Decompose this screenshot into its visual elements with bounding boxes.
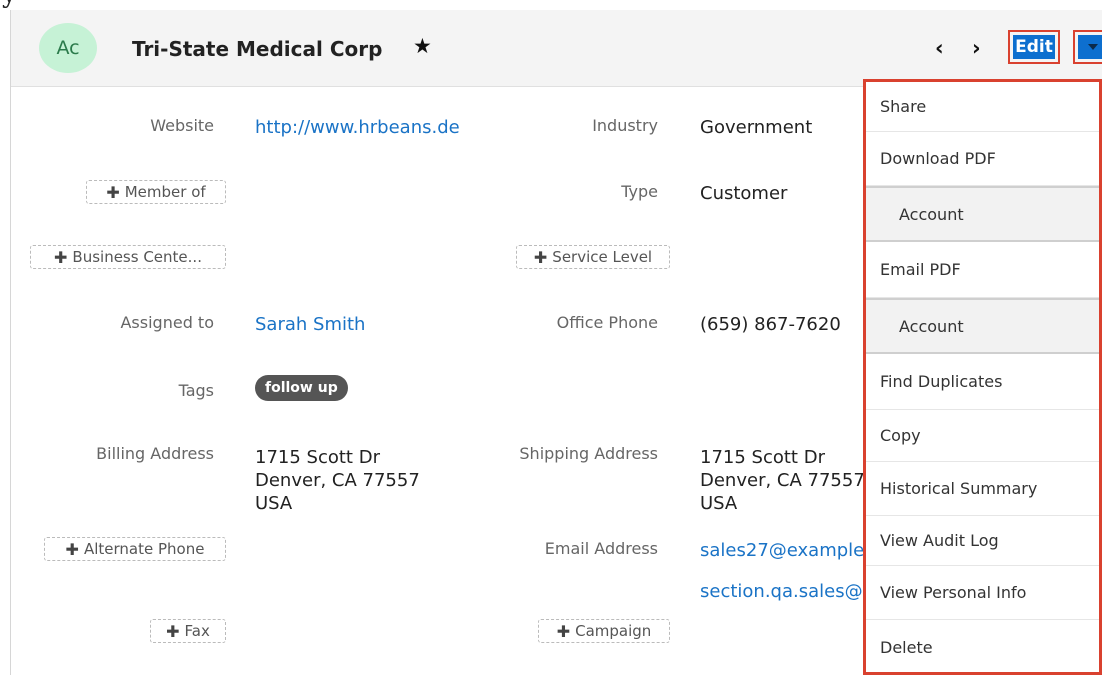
plus-icon: ✚ [166,621,180,641]
avatar: Ac [39,23,97,73]
star-icon[interactable]: ★ [413,34,432,58]
menu-item-copy[interactable]: Copy [866,410,1099,462]
office-phone-label: Office Phone [556,313,658,332]
shipping-address-value: 1715 Scott Dr Denver, CA 77557 USA [700,446,863,515]
plus-icon: ✚ [65,539,79,559]
menu-item-download-pdf[interactable]: Download PDF [866,132,1099,186]
plus-icon: ✚ [556,621,571,641]
shipping-address-label: Shipping Address [519,444,658,463]
add-fax-button[interactable]: ✚ Fax [150,619,226,643]
billing-line-2: Denver, CA 77557 [255,470,420,491]
business-center-label: Business Cente... [72,248,202,266]
edit-button-label[interactable]: Edit [1013,35,1055,59]
billing-line-3: USA [255,493,293,514]
shipping-line-1: 1715 Scott Dr [700,447,825,468]
type-label: Type [621,182,658,201]
fax-label: Fax [184,622,210,640]
actions-dropdown-button[interactable] [1073,30,1102,64]
menu-item-find-duplicates[interactable]: Find Duplicates [866,354,1099,410]
menu-item-view-audit-log[interactable]: View Audit Log [866,516,1099,566]
industry-label: Industry [592,116,658,135]
frame-border [10,10,11,675]
menu-item-email-pdf-account[interactable]: Account [866,298,1099,354]
add-campaign-button[interactable]: ✚ Campaign [538,619,670,643]
chevron-down-icon [1088,44,1098,50]
assigned-user-link[interactable]: Sarah Smith [255,313,365,336]
billing-line-1: 1715 Scott Dr [255,447,380,468]
campaign-label: Campaign [575,622,652,640]
cropped-text-fragment: y [0,0,1102,10]
menu-item-share[interactable]: Share [866,82,1099,132]
tags-label: Tags [178,381,214,400]
website-link[interactable]: http://www.hrbeans.de [255,116,460,139]
alternate-phone-label: Alternate Phone [83,540,205,558]
billing-address-label: Billing Address [96,444,214,463]
service-level-label: Service Level [552,248,653,266]
website-label: Website [150,116,214,135]
shipping-line-2: Denver, CA 77557 [700,470,863,491]
menu-item-email-pdf[interactable]: Email PDF [866,242,1099,298]
menu-item-historical-summary[interactable]: Historical Summary [866,462,1099,516]
add-alternate-phone-button[interactable]: ✚ Alternate Phone [44,537,226,561]
plus-icon: ✚ [106,182,120,202]
industry-value: Government [700,117,813,138]
email-link-1[interactable]: sales27@example.com [700,539,863,562]
actions-dropdown-inner[interactable] [1078,35,1102,59]
assigned-to-label: Assigned to [120,313,214,332]
type-value: Customer [700,183,788,204]
plus-icon: ✚ [533,247,548,267]
add-business-center-button[interactable]: ✚ Business Cente... [30,245,226,269]
email-link-2[interactable]: section.qa.sales@example.com [700,580,863,603]
office-phone-value: (659) 867-7620 [700,314,841,335]
next-record-icon[interactable]: › [972,36,981,60]
menu-item-view-personal-info[interactable]: View Personal Info [866,566,1099,620]
email-address-label: Email Address [544,539,658,558]
add-member-of-button[interactable]: ✚ Member of [86,180,226,204]
record-header: Ac Tri-State Medical Corp ★ ‹ › Edit [11,10,1102,87]
add-service-level-button[interactable]: ✚ Service Level [516,245,670,269]
billing-address-value: 1715 Scott Dr Denver, CA 77557 USA [255,446,420,515]
menu-item-download-pdf-account[interactable]: Account [866,186,1099,242]
actions-dropdown-menu: Share Download PDF Account Email PDF Acc… [863,79,1102,675]
edit-button[interactable]: Edit [1008,30,1060,64]
shipping-line-3: USA [700,493,738,514]
menu-item-delete[interactable]: Delete [866,620,1099,672]
tag-badge[interactable]: follow up [255,375,348,401]
plus-icon: ✚ [54,247,68,267]
previous-record-icon[interactable]: ‹ [935,36,944,60]
page-title: Tri-State Medical Corp [132,37,383,61]
member-of-label: Member of [124,183,206,201]
